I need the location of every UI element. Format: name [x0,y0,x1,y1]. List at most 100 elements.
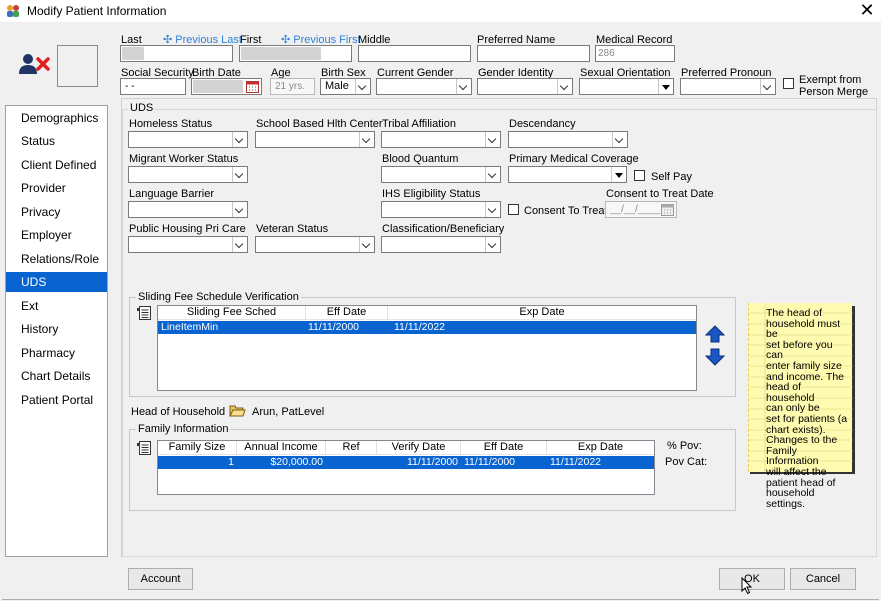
note-line: The head of [766,307,823,319]
column-header[interactable]: Eff Date [306,306,388,320]
uds-group-title: UDS [128,102,156,114]
column-header[interactable]: Sliding Fee Sched [158,306,306,320]
close-icon[interactable]: ✕ [856,0,878,22]
dropdown-arrow-icon[interactable] [232,132,247,147]
table-cell: 11/11/2000 [308,321,359,333]
grid-menu-icon[interactable] [137,306,152,320]
classification-select[interactable] [381,236,501,253]
dropdown-arrow-icon[interactable] [456,79,471,94]
dropdown-arrow-icon[interactable] [557,79,572,94]
consent-to-treat-checkbox[interactable] [508,204,519,215]
account-button[interactable]: Account [128,568,193,590]
table-cell: $20,000.00 [270,456,323,468]
medical-record-field[interactable]: 286 [595,45,675,62]
patient-remove-icon[interactable] [19,53,51,75]
sidebar-item-patient-portal[interactable]: Patient Portal [6,390,107,410]
dropdown-arrow-icon[interactable] [485,202,500,217]
sliding-fee-grid[interactable]: Sliding Fee Sched Eff Date Exp Date Line… [157,305,697,391]
sidebar-item-status[interactable]: Status [6,131,107,151]
column-header[interactable]: Verify Date [377,441,461,455]
dropdown-arrow-icon[interactable] [232,167,247,182]
note-line: set before you can [766,338,833,362]
current-gender-select[interactable] [376,78,472,95]
first-name-field[interactable] [239,45,352,62]
sidebar-item-uds[interactable]: UDS [6,272,107,292]
cursor-icon [741,577,753,595]
family-info-grid[interactable]: Family Size Annual Income Ref Verify Dat… [157,440,655,495]
cancel-button[interactable]: Cancel [790,568,856,590]
dropdown-arrow-icon[interactable] [359,237,374,252]
dropdown-arrow-icon[interactable] [612,132,627,147]
tribal-affiliation-select[interactable] [381,131,501,148]
sidebar-item-history[interactable]: History [6,319,107,339]
column-header[interactable]: Family Size [158,441,237,455]
patient-photo[interactable] [57,45,98,87]
preferred-name-field[interactable] [477,45,590,62]
preferred-pronoun-select[interactable] [680,78,776,95]
sidebar-item-employer[interactable]: Employer [6,225,107,245]
self-pay-checkbox[interactable] [634,170,645,181]
descendancy-select[interactable] [508,131,628,148]
dropdown-arrow-icon[interactable] [355,79,370,94]
dropdown-arrow-icon[interactable] [359,132,374,147]
redacted-value [193,80,243,93]
school-based-select[interactable] [255,131,375,148]
middle-name-field[interactable] [358,45,471,62]
calendar-icon [661,204,674,216]
table-row[interactable]: 1 $20,000.00 11/11/2000 11/11/2000 11/11… [158,456,654,469]
column-header[interactable]: Eff Date [461,441,547,455]
calendar-icon[interactable] [246,80,259,93]
arrow-up-icon[interactable] [705,325,725,343]
sexual-orientation-select[interactable] [579,78,674,95]
dropdown-arrow-icon[interactable] [760,79,775,94]
family-info-header: Family Size Annual Income Ref Verify Dat… [158,441,654,455]
folder-open-icon[interactable] [229,403,246,418]
sidebar-item-provider[interactable]: Provider [6,178,107,198]
column-header[interactable]: Exp Date [388,306,696,320]
table-cell: 1 [228,456,234,468]
dropdown-arrow-icon[interactable] [485,132,500,147]
sidebar-item-ext[interactable]: Ext [6,296,107,316]
dropdown-arrow-icon[interactable] [485,237,500,252]
grid-menu-icon[interactable] [137,441,152,455]
gender-identity-select[interactable] [477,78,573,95]
sidebar-item-demographics[interactable]: Demographics [6,108,107,128]
migrant-worker-select[interactable] [128,166,248,183]
birth-date-field[interactable] [191,78,262,95]
sidebar-item-client-defined[interactable]: Client Defined [6,155,107,175]
table-row[interactable]: LineItemMin 11/11/2000 11/11/2022 [158,321,696,334]
sidebar-item-relations-role[interactable]: Relations/Role [6,249,107,269]
language-barrier-select[interactable] [128,201,248,218]
dropdown-arrow-icon[interactable] [658,79,673,94]
dropdown-arrow-icon[interactable] [232,202,247,217]
primary-coverage-select[interactable] [508,166,627,183]
veteran-status-select[interactable] [255,236,375,253]
sidebar-item-chart-details[interactable]: Chart Details [6,366,107,386]
dropdown-arrow-icon[interactable] [485,167,500,182]
table-cell: 11/11/2000 [464,456,515,468]
note-line: household must be [766,317,841,341]
last-name-field[interactable] [120,45,233,62]
blood-quantum-select[interactable] [381,166,501,183]
column-header[interactable]: Exp Date [547,441,654,455]
birth-sex-select[interactable]: Male [320,78,371,95]
school-based-label: School Based Hlth Center [256,118,383,130]
blood-quantum-label: Blood Quantum [382,153,459,165]
note-line: set for patients (a [766,412,848,425]
column-header[interactable]: Annual Income [237,441,326,455]
tribal-affiliation-label: Tribal Affiliation [382,118,456,130]
ihs-eligibility-select[interactable] [381,201,501,218]
column-header[interactable]: Ref [326,441,377,455]
exempt-merge-checkbox[interactable] [783,78,794,89]
public-housing-select[interactable] [128,236,248,253]
dropdown-arrow-icon[interactable] [232,237,247,252]
note-line: enter family size [766,359,842,372]
ssn-field[interactable]: - - [120,78,186,95]
sidebar-item-privacy[interactable]: Privacy [6,202,107,222]
percent-pov-label: % Pov: [667,440,702,452]
arrow-down-icon[interactable] [705,348,725,366]
exempt-merge-label: Exempt from Person Merge [799,74,868,98]
homeless-status-select[interactable] [128,131,248,148]
dropdown-arrow-icon[interactable] [611,167,626,182]
sidebar-item-pharmacy[interactable]: Pharmacy [6,343,107,363]
